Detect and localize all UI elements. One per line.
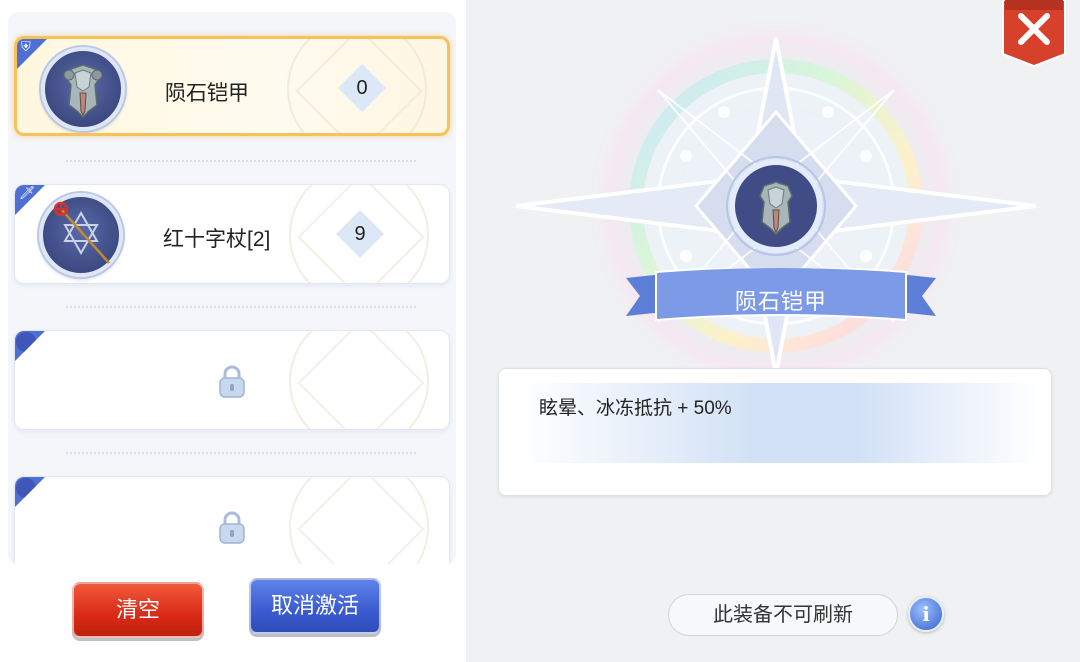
equipment-slot-2[interactable]: 🗡 红十字杖[2] 9 — [14, 184, 450, 284]
divider — [66, 160, 416, 162]
close-icon — [1002, 0, 1066, 68]
refine-level-value: 9 — [354, 223, 366, 245]
effect-description-box: 眩晕、冰冻抵抗 + 50% — [498, 368, 1052, 496]
not-refreshable-label[interactable]: 此装备不可刷新 — [668, 594, 898, 636]
slot-watermark — [289, 331, 429, 429]
lock-icon — [217, 511, 247, 545]
refine-level-badge: 0 — [337, 63, 387, 113]
staff-icon — [39, 193, 123, 277]
equipment-slot-list: ⛨ 陨石铠甲 0 🗡 红十字杖[2] 9 — [8, 12, 456, 564]
slot-item-name: 红十字杖[2] — [163, 228, 271, 251]
refine-level-badge: 9 — [335, 209, 385, 259]
slot-item-name: 陨石铠甲 — [165, 82, 249, 105]
locked-slot-3[interactable] — [14, 330, 450, 430]
preview-item-title: 陨石铠甲 — [734, 289, 827, 314]
refine-level-value: 0 — [356, 77, 368, 99]
slot-corner-badge — [15, 477, 47, 509]
equipment-slot-1[interactable]: ⛨ 陨石铠甲 0 — [14, 36, 450, 136]
shield-icon: ⛨ — [17, 39, 49, 71]
effect-text: 眩晕、冰冻抵抗 + 50% — [539, 398, 732, 419]
info-icon[interactable]: i — [908, 596, 944, 632]
armor-icon — [41, 47, 125, 131]
equipment-list-panel: ⛨ 陨石铠甲 0 🗡 红十字杖[2] 9 清空 取消激活 — [0, 0, 466, 662]
divider — [66, 452, 416, 454]
lock-icon — [217, 365, 247, 399]
slot-corner-badge — [15, 331, 47, 363]
close-button[interactable] — [1001, 0, 1067, 68]
slot-watermark — [289, 477, 429, 564]
divider — [66, 306, 416, 308]
equipment-preview-panel: 陨石铠甲 眩晕、冰冻抵抗 + 50% 此装备不可刷新 i — [466, 0, 1080, 662]
clear-button[interactable]: 清空 — [72, 582, 204, 638]
locked-slot-4[interactable] — [14, 476, 450, 564]
cancel-activate-button[interactable]: 取消激活 — [249, 578, 381, 634]
